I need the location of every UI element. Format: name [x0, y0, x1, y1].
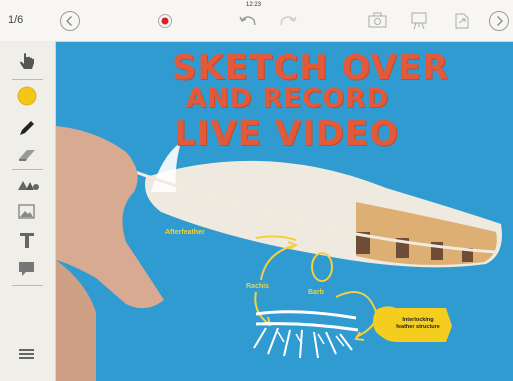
redo-button[interactable] [278, 11, 298, 29]
color-swatch-icon [17, 86, 37, 106]
callout-line1: Interlocking [402, 317, 434, 323]
chevron-right-icon [497, 16, 503, 26]
label-rachis: Rachis [246, 283, 269, 290]
camera-button[interactable] [367, 11, 389, 29]
hand-wrist [56, 260, 96, 381]
record-button[interactable] [157, 13, 173, 29]
share-button[interactable] [452, 11, 472, 31]
undo-icon [239, 16, 256, 26]
chevron-left-icon [66, 16, 72, 26]
headline-line3: LIVE VIDEO [174, 114, 400, 154]
image-icon [18, 204, 35, 219]
status-time: 12:23 [246, 2, 262, 8]
page-indicator[interactable]: 1/6 [8, 14, 23, 26]
hand-tool[interactable] [16, 51, 38, 73]
sketch-line [255, 310, 357, 320]
label-barb: Barb [308, 289, 324, 296]
camera-icon [368, 12, 387, 28]
headline-line1: SKETCH OVER [172, 48, 450, 88]
sketch-barbs [253, 327, 353, 359]
eraser-tool[interactable] [16, 145, 38, 165]
barb-ellipse [311, 252, 333, 282]
pen-tool[interactable] [16, 117, 38, 139]
text-icon [20, 233, 34, 248]
shapes-icon [18, 181, 39, 190]
top-toolbar: 1/6 12:23 [0, 0, 513, 42]
undo-button[interactable] [238, 11, 258, 29]
tool-sidebar [0, 41, 56, 381]
headline-line2: AND RECORD [186, 84, 390, 114]
text-tool[interactable] [16, 230, 38, 250]
callout-label: Interlocking feather structure [392, 317, 444, 331]
presentation-button[interactable] [410, 11, 430, 31]
presentation-icon [411, 12, 427, 30]
callout-line2: feather structure [396, 324, 440, 330]
redo-icon [280, 16, 297, 26]
back-button[interactable] [60, 11, 80, 31]
eraser-icon [19, 150, 35, 161]
rachis-arrow [260, 244, 297, 281]
label-afterfeather: Afterfeather [165, 229, 205, 236]
image-tool[interactable] [16, 202, 38, 222]
pen-icon [20, 121, 34, 135]
share-icon [455, 13, 469, 29]
menu-button[interactable] [16, 345, 38, 363]
drawing-canvas[interactable]: SKETCH OVER AND RECORD LIVE VIDEO Afterf… [56, 42, 513, 381]
forward-button[interactable] [489, 11, 509, 31]
comment-icon [19, 262, 34, 276]
shapes-tool[interactable] [16, 175, 40, 195]
menu-icon [19, 349, 34, 359]
comment-tool[interactable] [16, 259, 38, 279]
sketch-line [255, 322, 359, 332]
color-swatch-button[interactable] [16, 85, 38, 107]
record-icon [158, 14, 172, 28]
hand-icon [20, 53, 34, 69]
